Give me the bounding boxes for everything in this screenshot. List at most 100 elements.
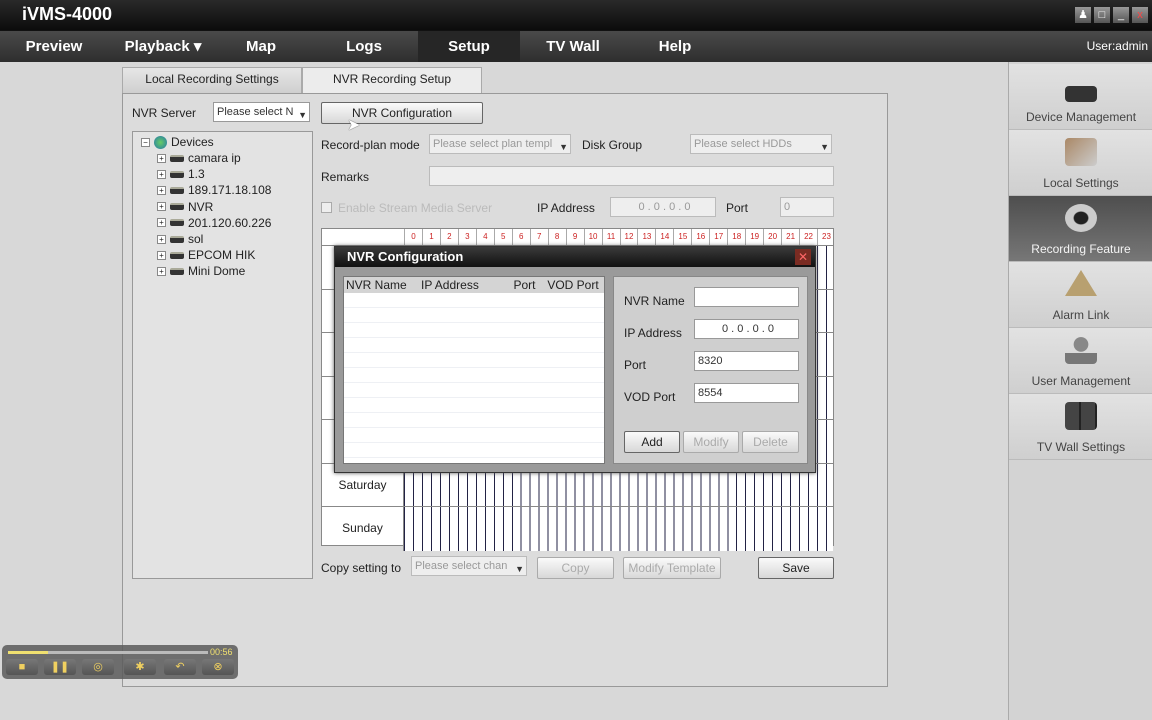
close-icon[interactable]: ✕	[795, 249, 811, 265]
sidebar-item-recording-feature[interactable]: Recording Feature	[1009, 196, 1152, 262]
nav-tv-wall[interactable]: TV Wall	[524, 31, 622, 62]
dlg-ip-input[interactable]: 0 . 0 . 0 . 0	[694, 319, 799, 339]
stream-media-checkbox[interactable]	[321, 202, 332, 213]
col-ip-address[interactable]: IP Address	[419, 277, 507, 293]
tree-item[interactable]: +189.171.18.108	[157, 182, 271, 198]
port-input[interactable]: 0	[780, 197, 834, 217]
schedule-row[interactable]: Sunday	[322, 506, 833, 551]
dlg-port-input[interactable]: 8320	[694, 351, 799, 371]
expand-icon[interactable]: +	[157, 185, 166, 195]
expand-icon[interactable]: +	[157, 266, 166, 276]
chevron-down-icon: ▼	[820, 142, 829, 152]
tab-local-recording[interactable]: Local Recording Settings	[122, 67, 302, 93]
hour-label: 22	[799, 229, 817, 245]
copy-button[interactable]: Copy	[537, 557, 614, 579]
tree-item-label: 189.171.18.108	[188, 183, 272, 198]
nav-help[interactable]: Help	[634, 31, 716, 62]
settings-picture-icon	[1065, 138, 1097, 166]
tree-item[interactable]: + Mini Dome	[157, 263, 245, 279]
copy-channel-value: Please select chan	[415, 560, 508, 572]
disk-group-select[interactable]: Please select HDDs ▼	[690, 134, 832, 154]
expand-icon[interactable]: +	[157, 153, 166, 163]
col-port[interactable]: Port	[507, 277, 542, 293]
table-body[interactable]	[344, 293, 604, 463]
expand-icon[interactable]: +	[157, 234, 166, 244]
pause-icon[interactable]: ❚❚	[44, 659, 76, 675]
minimize-icon[interactable]: _	[1113, 7, 1129, 23]
sidebar-item-user-management[interactable]: User Management	[1009, 328, 1152, 394]
playback-progress[interactable]	[8, 651, 208, 654]
expand-icon[interactable]: +	[157, 250, 166, 260]
copy-channel-select[interactable]: Please select chan ▼	[411, 556, 527, 576]
chevron-down-icon: ▼	[559, 142, 568, 152]
add-button[interactable]: Add	[624, 431, 680, 453]
device-icon	[170, 219, 184, 227]
tab-nvr-recording[interactable]: NVR Recording Setup	[302, 67, 482, 94]
lock-icon[interactable]: □	[1094, 7, 1110, 23]
tree-item[interactable]: + sol	[157, 231, 203, 247]
sidebar-item-local-settings[interactable]: Local Settings	[1009, 130, 1152, 196]
sidebar-item-alarm-link[interactable]: Alarm Link	[1009, 262, 1152, 328]
vod-port-input[interactable]: 8554	[694, 383, 799, 403]
expand-icon[interactable]: +	[157, 202, 166, 212]
tree-item[interactable]: +1.3	[157, 166, 205, 182]
close-icon[interactable]: x	[1132, 7, 1148, 23]
nav-map[interactable]: Map	[224, 31, 298, 62]
nvr-server-value: Please select N	[217, 106, 294, 118]
tree-item-label: NVR	[188, 199, 214, 214]
user-icon[interactable]: ♟	[1075, 7, 1091, 23]
device-icon	[170, 203, 184, 211]
snapshot-icon[interactable]: ◎	[82, 659, 114, 675]
sidebar-item-device-management[interactable]: Device Management	[1009, 64, 1152, 130]
tree-item[interactable]: + camara ip	[157, 150, 241, 166]
tree-root[interactable]: − Devices	[141, 134, 214, 150]
chevron-down-icon: ▼	[298, 110, 307, 120]
delete-button[interactable]: Delete	[742, 431, 799, 453]
sidebar-label: Alarm Link	[1052, 308, 1110, 322]
hour-label: 23	[817, 229, 835, 245]
tree-item[interactable]: +201.120.60.226	[157, 215, 271, 231]
nav-preview[interactable]: Preview	[14, 31, 94, 62]
nav-logs[interactable]: Logs	[318, 31, 410, 62]
record-plan-select[interactable]: Please select plan templ ▼	[429, 134, 571, 154]
ip-address-input[interactable]: 0 . 0 . 0 . 0	[610, 197, 716, 217]
tree-item[interactable]: + EPCOM HIK	[157, 247, 255, 263]
back-icon[interactable]: ↶	[164, 659, 196, 675]
tree-item[interactable]: + NVR	[157, 199, 213, 215]
fullscreen-icon[interactable]: ✱	[124, 659, 156, 675]
save-button[interactable]: Save	[758, 557, 834, 579]
nav-setup[interactable]: Setup	[418, 31, 520, 62]
port-label: Port	[726, 201, 749, 215]
modify-button[interactable]: Modify	[683, 431, 739, 453]
remarks-input[interactable]	[429, 166, 834, 186]
nvr-server-label: NVR Server	[132, 106, 197, 120]
nvr-configuration-button[interactable]: NVR Configuration	[321, 102, 483, 124]
record-plan-label: Record-plan mode	[321, 138, 420, 152]
time-cells[interactable]	[404, 507, 833, 551]
hour-label: 8	[547, 229, 566, 245]
hour-label: 10	[583, 229, 602, 245]
collapse-icon[interactable]: −	[141, 137, 150, 147]
main-nav: Preview Playback ▾ Map Logs Setup TV Wal…	[0, 30, 1152, 62]
expand-icon[interactable]: +	[157, 218, 166, 228]
col-nvr-name[interactable]: NVR Name	[344, 277, 419, 293]
nav-playback[interactable]: Playback ▾	[112, 31, 214, 62]
stop-icon[interactable]: ■	[6, 659, 38, 675]
col-vod-port[interactable]: VOD Port	[542, 277, 604, 293]
device-tree[interactable]: − Devices + camara ip +1.3 +189.171.18.108 + N…	[132, 131, 313, 579]
disk-group-label: Disk Group	[582, 138, 643, 152]
stream-media-label: Enable Stream Media Server	[338, 201, 493, 215]
nvr-list-table[interactable]: NVR Name IP Address Port VOD Port	[343, 276, 605, 464]
expand-icon[interactable]: +	[157, 169, 166, 179]
nvr-server-select[interactable]: Please select N ▼	[213, 102, 310, 122]
tv-wall-icon	[1065, 402, 1097, 430]
progress-fill	[8, 651, 48, 654]
nvr-name-input[interactable]	[694, 287, 799, 307]
current-user: User:admin	[1086, 39, 1148, 53]
record-plan-value: Please select plan templ	[433, 138, 553, 150]
close-icon[interactable]: ⊗	[202, 659, 234, 675]
modify-template-button[interactable]: Modify Template	[623, 557, 721, 579]
disk-group-value: Please select HDDs	[694, 138, 792, 150]
sidebar-item-tv-wall-settings[interactable]: TV Wall Settings	[1009, 394, 1152, 460]
hour-label: 11	[601, 229, 620, 245]
